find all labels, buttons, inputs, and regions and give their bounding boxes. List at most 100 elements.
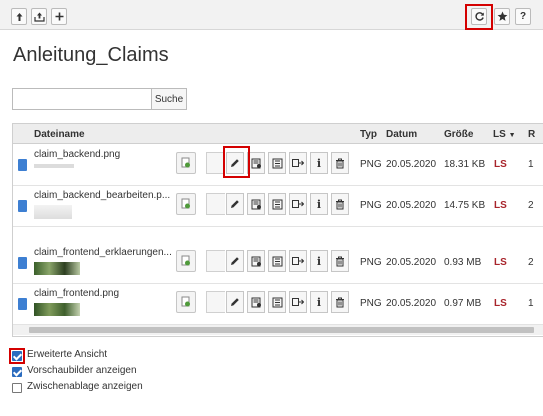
- pencil-button[interactable]: [226, 250, 244, 272]
- info-button[interactable]: i: [310, 193, 328, 215]
- ls-badge[interactable]: LS: [494, 159, 507, 170]
- table-row[interactable]: claim_frontend.png i PNG 20.05.2020 0.97 MB L…: [13, 284, 543, 325]
- file-edit-icon: [251, 297, 262, 308]
- view-icon: [272, 297, 283, 308]
- table-row[interactable]: claim_frontend_erklaerungen... i PNG 20.05.…: [13, 243, 543, 284]
- trash-icon: [335, 297, 345, 308]
- upload-up-icon: [16, 12, 22, 21]
- view-file-button[interactable]: [176, 193, 196, 215]
- table-header: Dateiname Typ Datum Größe LS ▼ R: [13, 124, 543, 144]
- image-file-icon: [18, 159, 27, 171]
- file-r: 2: [528, 257, 534, 268]
- file-edit-icon: [251, 199, 262, 210]
- column-date[interactable]: Datum: [386, 129, 417, 140]
- column-size[interactable]: Größe: [444, 129, 473, 140]
- label-clipboard: Zwischenablage anzeigen: [27, 381, 143, 392]
- move-button[interactable]: [289, 250, 307, 272]
- move-button[interactable]: [289, 193, 307, 215]
- checkbox-highlight: [9, 348, 25, 364]
- trash-icon: [335, 199, 345, 210]
- module-toolbar: ?: [0, 0, 543, 30]
- info-icon: i: [316, 156, 322, 170]
- file-size: 0.93 MB: [444, 257, 482, 268]
- star-icon: [497, 11, 507, 21]
- ls-badge[interactable]: LS: [494, 200, 507, 211]
- file-preview-icon: [181, 255, 190, 266]
- ls-badge[interactable]: LS: [494, 257, 507, 268]
- trash-button[interactable]: [331, 193, 349, 215]
- move-icon: [292, 158, 304, 168]
- pencil-button[interactable]: [226, 193, 244, 215]
- trash-button[interactable]: [331, 152, 349, 174]
- file-date: 20.05.2020: [386, 257, 437, 268]
- page-title: Anleitung_Claims: [13, 44, 169, 66]
- edit-highlight: [223, 146, 250, 178]
- trash-button[interactable]: [331, 250, 349, 272]
- trash-button[interactable]: [331, 291, 349, 313]
- info-icon: i: [316, 295, 322, 309]
- refresh-highlight: [465, 4, 493, 30]
- label-thumbnails: Vorschaubilder anzeigen: [27, 365, 137, 376]
- view-button[interactable]: [268, 193, 286, 215]
- move-button[interactable]: [289, 152, 307, 174]
- view-file-button[interactable]: [176, 291, 196, 313]
- file-preview-icon: [181, 198, 190, 209]
- search-button[interactable]: Suche: [151, 88, 187, 110]
- file-edit-icon: [251, 256, 262, 267]
- pencil-icon: [230, 256, 240, 266]
- checkbox-clipboard[interactable]: [12, 383, 22, 393]
- empty-action-slot: [206, 291, 225, 313]
- view-button[interactable]: [268, 152, 286, 174]
- pencil-button[interactable]: [226, 291, 244, 313]
- column-ls-label: LS: [493, 129, 506, 140]
- view-button[interactable]: [268, 291, 286, 313]
- thumbnail[interactable]: [34, 303, 80, 316]
- file-edit-button[interactable]: [247, 250, 265, 272]
- info-button[interactable]: i: [310, 250, 328, 272]
- scrollbar-thumb[interactable]: [29, 327, 534, 333]
- ls-badge[interactable]: LS: [494, 298, 507, 309]
- file-size: 18.31 KB: [444, 159, 486, 170]
- file-edit-button[interactable]: [247, 291, 265, 313]
- column-type[interactable]: Typ: [360, 129, 377, 140]
- thumbnail[interactable]: [34, 164, 74, 168]
- image-file-icon: [18, 257, 27, 269]
- table-row[interactable]: claim_backend.png i PNG 20.05.2020 18.31 KB L…: [13, 145, 543, 186]
- pencil-icon: [230, 199, 240, 209]
- thumbnail[interactable]: [34, 262, 80, 275]
- add-button[interactable]: [51, 8, 67, 25]
- info-button[interactable]: i: [310, 152, 328, 174]
- column-filename[interactable]: Dateiname: [34, 129, 85, 140]
- upload-folder-button[interactable]: [31, 8, 47, 25]
- move-icon: [292, 297, 304, 307]
- file-r: 1: [528, 159, 534, 170]
- view-file-button[interactable]: [176, 152, 196, 174]
- empty-action-slot: [206, 193, 225, 215]
- help-button[interactable]: ?: [515, 8, 531, 25]
- checkbox-thumbnails[interactable]: [12, 367, 22, 377]
- file-type: PNG: [360, 257, 382, 268]
- empty-action-slot: [206, 250, 225, 272]
- file-name[interactable]: claim_frontend.png: [34, 288, 119, 299]
- horizontal-scrollbar[interactable]: [13, 325, 543, 335]
- thumbnail[interactable]: [34, 205, 72, 219]
- file-edit-button[interactable]: [247, 193, 265, 215]
- file-name[interactable]: claim_backend.png: [34, 149, 120, 160]
- view-file-button[interactable]: [176, 250, 196, 272]
- upload-button[interactable]: [11, 8, 27, 25]
- file-date: 20.05.2020: [386, 200, 437, 211]
- view-button[interactable]: [268, 250, 286, 272]
- file-name[interactable]: claim_backend_bearbeiten.p...: [34, 190, 170, 201]
- bookmark-button[interactable]: [494, 8, 510, 25]
- table-row[interactable]: claim_backend_bearbeiten.p...i PNG 20.05.2…: [13, 186, 543, 227]
- search-input[interactable]: [12, 88, 152, 110]
- file-type: PNG: [360, 200, 382, 211]
- info-button[interactable]: i: [310, 291, 328, 313]
- file-r: 2: [528, 200, 534, 211]
- info-icon: i: [316, 197, 322, 211]
- file-edit-icon: [251, 158, 262, 169]
- column-r[interactable]: R: [528, 129, 535, 140]
- column-ls[interactable]: LS ▼: [493, 129, 516, 140]
- move-button[interactable]: [289, 291, 307, 313]
- file-name[interactable]: claim_frontend_erklaerungen...: [34, 247, 172, 258]
